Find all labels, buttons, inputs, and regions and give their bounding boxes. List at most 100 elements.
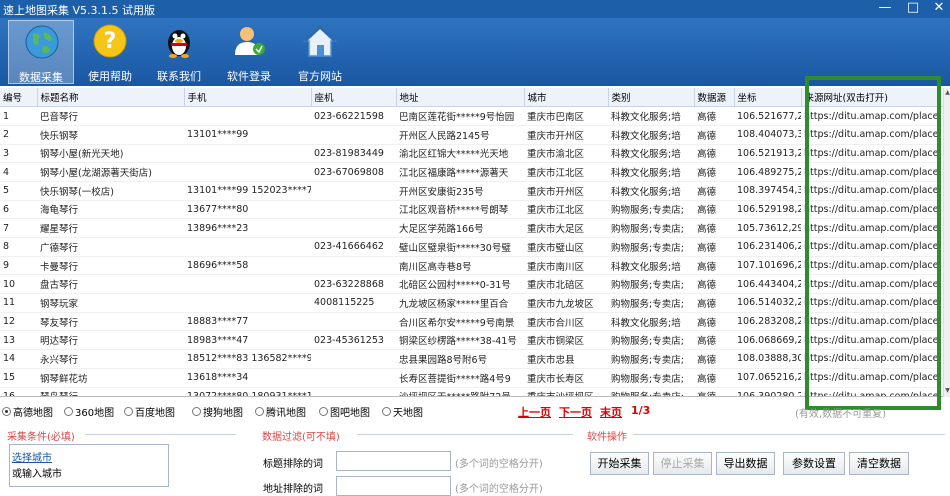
- title-exclude-hint: (多个词的空格分开): [455, 459, 543, 470]
- cell-source-url[interactable]: https://ditu.amap.com/place: [801, 181, 943, 201]
- cell-category: 购物服务;专卖店;: [608, 200, 694, 220]
- cell-category: 购物服务;专卖店;: [608, 274, 694, 295]
- next-page-link[interactable]: 下一页: [559, 404, 592, 420]
- cell-landline: [311, 256, 396, 276]
- cell-landline: 023-41666462: [311, 237, 396, 257]
- column-header-source-url[interactable]: 来源网址(双击打开): [801, 88, 943, 108]
- table-row[interactable]: 12 琴友琴行 18883****77 合川区希尔安*****9号南景 重庆市合川区 科教…: [0, 312, 943, 332]
- table-row[interactable]: 11 钢琴玩家 4008115225 九龙坡区杨家*****里百合 重庆市九龙坡区 购物服…: [0, 293, 943, 313]
- cell-source-url[interactable]: https://ditu.amap.com/place: [801, 237, 943, 257]
- cell-source-url[interactable]: https://ditu.amap.com/place: [801, 312, 943, 332]
- cell-coordinates: 106.283208,29: [734, 312, 801, 332]
- column-header-source[interactable]: 数据源: [694, 88, 735, 108]
- title-exclude-input[interactable]: [336, 451, 451, 471]
- cell-address: 大足区学苑路166号: [396, 218, 524, 238]
- column-header-city[interactable]: 城市: [524, 88, 609, 108]
- cell-mobile: 18512****83 136582****9: [184, 349, 311, 369]
- cell-source-url[interactable]: https://ditu.amap.com/place: [801, 293, 943, 313]
- table-row[interactable]: 1 巴音琴行 023-66221598 巴南区莲花街*****9号怡园 重庆市巴南区 科教…: [0, 106, 943, 126]
- cell-coordinates: 107.101696,29: [734, 256, 801, 276]
- scroll-up-arrow-icon[interactable]: ▲: [944, 89, 950, 97]
- stop-collect-button[interactable]: 停止采集: [653, 452, 712, 475]
- cell-address: 合川区希尔安*****9号南景: [396, 312, 524, 332]
- radio-mapbar[interactable]: 图吧地图: [319, 403, 370, 419]
- last-page-link[interactable]: 末页: [600, 404, 622, 420]
- address-exclude-input[interactable]: [336, 476, 451, 496]
- cell-source-url[interactable]: https://ditu.amap.com/place: [801, 349, 943, 369]
- table-row[interactable]: 6 海龟琴行 13677****80 江北区观音桥*****号朗琴 重庆市江北区 购物服务…: [0, 200, 943, 220]
- toolbar-help-button[interactable]: ? 使用帮助: [77, 20, 143, 84]
- table-row[interactable]: 13 明达琴行 18983****47 023-45361253 铜梁区纱楞路*****…: [0, 330, 943, 351]
- column-header-address[interactable]: 地址: [396, 88, 525, 108]
- radio-tencent-map[interactable]: 腾讯地图: [255, 403, 306, 419]
- cell-source-url[interactable]: https://ditu.amap.com/place: [801, 125, 943, 145]
- cell-mobile: 13677****80: [184, 200, 311, 220]
- start-collect-button[interactable]: 开始采集: [590, 452, 649, 475]
- radio-amap[interactable]: 高德地图: [2, 403, 53, 419]
- table-row[interactable]: 2 快乐钢琴 13101****99 开州区人民路2145号 重庆市开州区 科教文化服务;…: [0, 125, 943, 145]
- close-button[interactable]: ✕: [930, 0, 948, 18]
- cell-title: 耀星琴行: [37, 218, 184, 238]
- cell-source-url[interactable]: https://ditu.amap.com/place: [801, 106, 943, 126]
- cell-city: 重庆市渝北区: [524, 144, 608, 164]
- radio-baidu-map[interactable]: 百度地图: [124, 403, 175, 419]
- cell-address: 忠县果园路8号附6号: [396, 349, 524, 369]
- cell-source-url[interactable]: https://ditu.amap.com/place: [801, 144, 943, 164]
- cell-source-url[interactable]: https://ditu.amap.com/place: [801, 387, 943, 396]
- radio-unselected-icon: [124, 406, 133, 416]
- column-header-landline[interactable]: 座机: [311, 88, 397, 108]
- toolbar-website-button[interactable]: 官方网站: [287, 20, 353, 84]
- table-row[interactable]: 3 钢琴小屋(新光天地) 023-81983449 渝北区红锦大*****光天地 重庆市…: [0, 144, 943, 164]
- table-row[interactable]: 5 快乐钢琴(一校店) 13101****99 152023****7 开州区安康街2…: [0, 181, 943, 201]
- table-row[interactable]: 15 钢琴鲜花坊 13618****34 长寿区菩提街*****路4号9 重庆市长寿区购…: [0, 368, 943, 388]
- table-row[interactable]: 4 钢琴小屋(龙湖源著天街店) 023-67069808 江北区福康路*****源著天…: [0, 162, 943, 182]
- cell-source-url[interactable]: https://ditu.amap.com/place: [801, 200, 943, 220]
- table-row[interactable]: 14 永兴琴行 18512****83 136582****9 忠县果园路8号附6号重…: [0, 349, 943, 369]
- cell-source-url[interactable]: https://ditu.amap.com/place: [801, 368, 943, 388]
- column-header-mobile[interactable]: 手机: [184, 88, 312, 108]
- toolbar-login-button[interactable]: 软件登录: [216, 20, 282, 84]
- cell-title: 卡曼琴行: [37, 256, 184, 276]
- cell-city: 重庆市开州区: [524, 125, 608, 145]
- settings-button[interactable]: 参数设置: [783, 452, 845, 475]
- table-row[interactable]: 8 广德琴行 023-41666462 璧山区璧泉街*****30号璧 重庆市璧山区 购物…: [0, 237, 943, 257]
- cell-category: 科教文化服务;培: [608, 106, 694, 126]
- cell-mobile: [184, 237, 311, 257]
- cell-source-url[interactable]: https://ditu.amap.com/place: [801, 218, 943, 238]
- scroll-down-arrow-icon[interactable]: ▼: [944, 387, 950, 395]
- cell-coordinates: 106.529198,29: [734, 200, 801, 220]
- radio-tianditu[interactable]: 天地图: [382, 403, 423, 419]
- table-row[interactable]: 9 卡曼琴行 18696****58 南川区高寺巷8号 重庆市南川区 科教文化服务;培 高德…: [0, 256, 943, 276]
- cell-city: 重庆市江北区: [524, 200, 608, 220]
- table-row[interactable]: 7 耀星琴行 13896****23 大足区学苑路166号 重庆市大足区 购物服务;专卖店…: [0, 218, 943, 238]
- prev-page-link[interactable]: 上一页: [518, 404, 551, 420]
- table-vertical-scrollbar[interactable]: ▲ ▼: [943, 88, 950, 397]
- cell-source-url[interactable]: https://ditu.amap.com/place: [801, 162, 943, 182]
- maximize-button[interactable]: □: [904, 0, 922, 18]
- cell-landline: [311, 349, 396, 369]
- radio-sogou-map[interactable]: 搜狗地图: [192, 403, 243, 419]
- radio-360-map[interactable]: 360地图: [64, 403, 114, 419]
- column-header-id[interactable]: 编号: [0, 88, 38, 108]
- cell-title: 广德琴行: [37, 237, 184, 257]
- cell-landline: [311, 218, 396, 238]
- column-header-title[interactable]: 标题名称: [37, 88, 185, 108]
- minimize-button[interactable]: —: [876, 0, 894, 18]
- clear-data-button[interactable]: 清空数据: [849, 452, 909, 475]
- toolbar-contact-button[interactable]: 联系我们: [146, 20, 212, 84]
- results-table: 编号 标题名称 手机 座机 地址 城市 类别 数据源 坐标 来源网址(双击打开)…: [0, 88, 943, 397]
- export-data-button[interactable]: 导出数据: [716, 452, 775, 475]
- cell-title: 琴友琴行: [37, 312, 184, 332]
- select-city-link[interactable]: 选择城市: [12, 449, 52, 464]
- cell-source-url[interactable]: https://ditu.amap.com/place: [801, 330, 943, 351]
- table-row[interactable]: 16琴岛琴行13072****80 180931****1 沙坪坝区天*****路…: [0, 387, 943, 396]
- toolbar-data-collect-button[interactable]: 数据采集: [8, 20, 74, 84]
- table-row[interactable]: 10 盘古琴行 023-63228868 北碚区公园村*****0-31号 重庆市北碚区…: [0, 274, 943, 295]
- cell-source: 高德: [694, 312, 734, 332]
- cell-source-url[interactable]: https://ditu.amap.com/place: [801, 256, 943, 276]
- cell-landline: [311, 181, 396, 201]
- cell-landline: 023-81983449: [311, 144, 396, 164]
- column-header-category[interactable]: 类别: [608, 88, 695, 108]
- cell-source-url[interactable]: https://ditu.amap.com/place: [801, 274, 943, 295]
- column-header-coordinates[interactable]: 坐标: [734, 88, 802, 108]
